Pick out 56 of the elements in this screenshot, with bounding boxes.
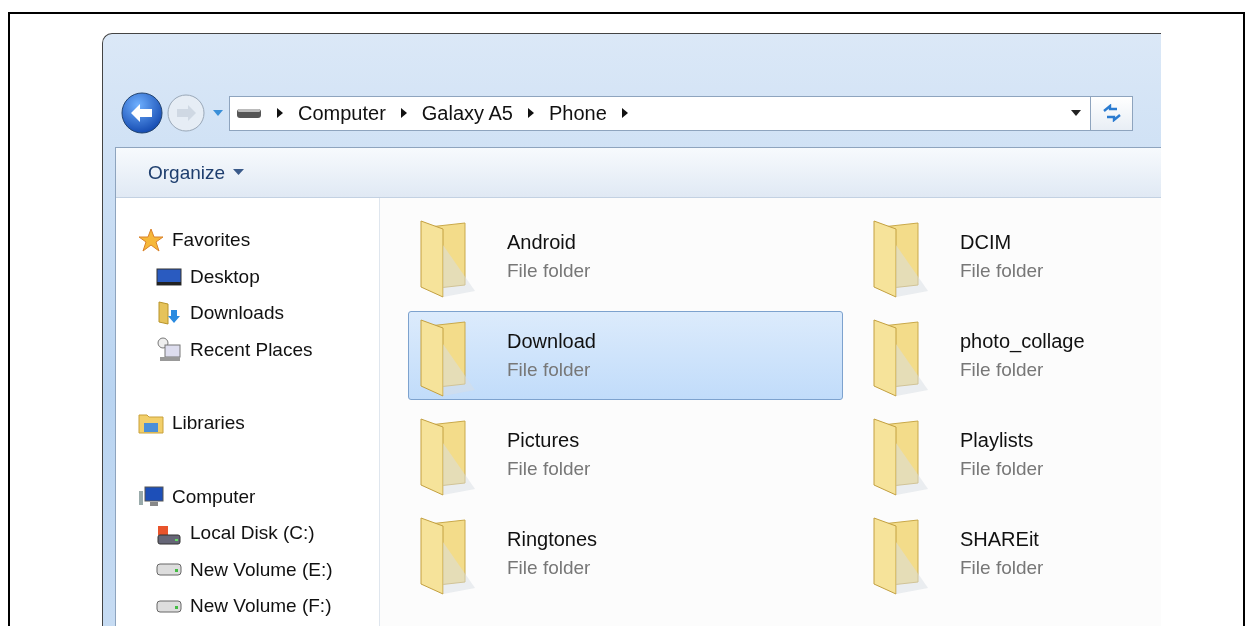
folder-item[interactable]: Playlists File folder bbox=[861, 410, 1161, 499]
folder-item[interactable]: DCIM File folder bbox=[861, 212, 1161, 301]
dropdown-caret-icon[interactable] bbox=[1070, 109, 1082, 117]
folder-type: File folder bbox=[507, 359, 592, 381]
chevron-icon[interactable] bbox=[527, 108, 535, 118]
folder-item[interactable]: Android File folder bbox=[408, 212, 843, 301]
folder-item[interactable]: Pictures File folder bbox=[408, 410, 843, 499]
chevron-icon[interactable] bbox=[620, 108, 629, 118]
folder-name: Pictures bbox=[507, 429, 581, 452]
folder-item[interactable]: photo_collage File folder bbox=[861, 311, 1161, 400]
drive-icon bbox=[156, 563, 182, 577]
nav-item[interactable]: Desktop bbox=[116, 258, 379, 295]
nav-item[interactable]: Favorites bbox=[116, 222, 379, 259]
chevron-icon[interactable] bbox=[276, 108, 284, 118]
drive-icon bbox=[236, 107, 262, 119]
breadcrumb[interactable]: Galaxy A5 bbox=[421, 101, 513, 125]
folder-name: DCIM bbox=[960, 231, 1013, 254]
folder-type: File folder bbox=[960, 260, 1044, 282]
drive-icon bbox=[156, 599, 182, 613]
folder-type: File folder bbox=[507, 557, 592, 579]
star-icon bbox=[138, 228, 164, 253]
organize-menu[interactable]: Organize bbox=[138, 157, 255, 188]
folder-item[interactable]: SHAREit File folder bbox=[861, 509, 1161, 598]
folder-type: File folder bbox=[960, 557, 1044, 579]
nav-item[interactable]: New Volume (F:) bbox=[116, 588, 379, 625]
folder-name: Ringtones bbox=[507, 528, 598, 551]
nav-item[interactable]: Libraries bbox=[116, 405, 379, 442]
folder-type: File folder bbox=[507, 260, 591, 282]
library-folder-icon bbox=[138, 411, 164, 436]
folder-name: Download bbox=[507, 330, 596, 353]
address-bar[interactable]: Computer Galaxy A5 Phone bbox=[229, 95, 1091, 131]
nav-item[interactable]: Recent Places bbox=[116, 331, 379, 368]
recent-places-icon bbox=[156, 336, 182, 363]
folder-name: photo_collage bbox=[960, 330, 1085, 353]
nav-item[interactable]: Computer bbox=[116, 478, 379, 515]
folder-name: SHAREit bbox=[960, 528, 1040, 551]
refresh-button[interactable] bbox=[1091, 95, 1133, 131]
folder-name: Playlists bbox=[960, 429, 1035, 452]
nav-item[interactable]: New Volume (E:) bbox=[116, 551, 379, 588]
breadcrumb[interactable]: Phone bbox=[549, 101, 607, 125]
folder-type: File folder bbox=[507, 458, 591, 480]
desktop-icon bbox=[156, 265, 182, 288]
folder-name: Android bbox=[507, 231, 577, 254]
nav-item[interactable]: Downloads bbox=[116, 295, 379, 332]
folder-item[interactable]: Download File folder bbox=[408, 311, 843, 400]
chevron-icon[interactable] bbox=[399, 108, 408, 118]
download-folder-icon bbox=[156, 300, 182, 327]
caret-icon bbox=[233, 169, 245, 176]
history-caret-icon[interactable] bbox=[212, 109, 224, 117]
folder-type: File folder bbox=[960, 458, 1044, 480]
breadcrumb[interactable]: Computer bbox=[298, 101, 386, 125]
folder-type: File folder bbox=[960, 359, 1045, 381]
back-button[interactable] bbox=[120, 91, 164, 135]
nav-item[interactable]: Local Disk (C:) bbox=[116, 515, 379, 552]
computer-icon bbox=[138, 484, 164, 509]
folder-item[interactable]: Ringtones File folder bbox=[408, 509, 843, 598]
